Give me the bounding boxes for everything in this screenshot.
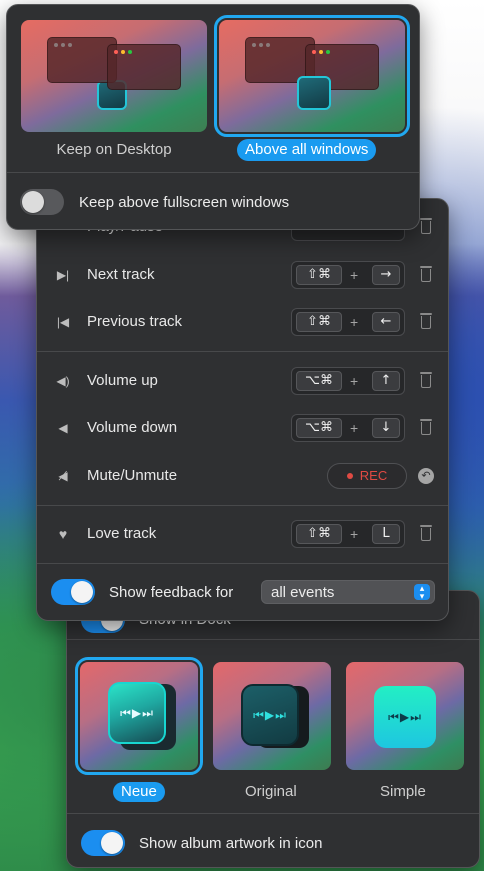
record-dot-icon <box>346 472 353 479</box>
window-icon <box>107 44 181 90</box>
plus-sign: + <box>350 526 359 542</box>
shortcut-recorder[interactable]: ⇧⌘ + ← <box>291 308 405 336</box>
shortcut-label: Love track <box>87 525 157 542</box>
plus-sign: + <box>350 373 359 389</box>
play-controls-icon: ⏮▶⏭ <box>241 684 299 746</box>
select-value: all events <box>271 584 335 601</box>
shortcut-label: Volume down <box>87 419 178 436</box>
placement-option-above[interactable] <box>214 15 410 137</box>
play-controls-icon: ⏮▶⏭ <box>108 682 166 744</box>
trash-icon[interactable] <box>419 218 433 234</box>
key: ↓ <box>372 418 400 438</box>
modifier-keys: ⌥⌘ <box>296 418 342 438</box>
key: → <box>372 265 400 285</box>
volume-down-icon: ◀ <box>58 421 68 435</box>
play-controls-icon: ⏮▶⏭ <box>374 686 436 748</box>
trash-icon[interactable] <box>419 419 433 435</box>
shortcut-recorder[interactable]: ⌥⌘ + ↓ <box>291 414 405 442</box>
shortcut-row-mute: ◀̸ Mute/Unmute REC ↶ <box>37 456 448 496</box>
divider <box>67 639 479 640</box>
feedback-events-select[interactable]: all events ▴ ▾ <box>261 580 435 604</box>
trash-icon[interactable] <box>419 525 433 541</box>
record-label: REC <box>359 468 388 483</box>
plus-sign: + <box>350 314 359 330</box>
heart-icon: ♥ <box>58 526 68 542</box>
key: ↑ <box>372 371 400 391</box>
feedback-label: Show feedback for <box>109 584 234 601</box>
placement-label-above: Above all windows <box>237 139 377 161</box>
icon-style-panel: Show in Dock ⏮▶⏭ Neue ⏮▶⏭ Original ⏮▶⏭ S… <box>66 590 480 868</box>
key: ← <box>372 312 400 332</box>
fullscreen-toggle-label: Keep above fullscreen windows <box>79 194 290 211</box>
icon-style-label-simple: Simple <box>380 783 426 800</box>
icon-style-original[interactable]: ⏮▶⏭ <box>213 662 331 770</box>
trash-icon[interactable] <box>419 372 433 388</box>
album-artwork-label: Show album artwork in icon <box>139 835 323 852</box>
shortcut-label: Previous track <box>87 313 183 330</box>
shortcut-label: Mute/Unmute <box>87 467 178 484</box>
divider <box>7 172 419 173</box>
placement-option-desktop[interactable] <box>21 20 207 132</box>
icon-style-neue[interactable]: ⏮▶⏭ <box>75 657 203 775</box>
icon-style-label-original: Original <box>245 783 297 800</box>
mute-icon: ◀̸ <box>58 469 68 483</box>
divider <box>37 505 448 506</box>
album-artwork-toggle[interactable] <box>81 830 125 856</box>
window-placement-panel: Keep on Desktop Above all windows Keep a… <box>6 4 420 230</box>
divider <box>37 351 448 352</box>
next-track-icon: ▶| <box>56 268 70 282</box>
shortcut-label: Next track <box>87 266 155 283</box>
plus-sign: + <box>350 420 359 436</box>
modifier-keys: ⌥⌘ <box>296 371 342 391</box>
divider <box>37 563 448 564</box>
shortcut-recorder[interactable]: ⇧⌘ + L <box>291 520 405 548</box>
feedback-toggle[interactable] <box>51 579 95 605</box>
icon-style-label-neue: Neue <box>113 782 165 802</box>
toggle-knob <box>22 191 44 213</box>
modifier-keys: ⇧⌘ <box>296 265 342 285</box>
shortcut-row-volume-down: ◀ Volume down ⌥⌘ + ↓ <box>37 408 448 448</box>
toggle-knob <box>71 581 93 603</box>
reset-icon[interactable]: ↶ <box>418 468 434 484</box>
shortcut-row-previous-track: |◀ Previous track ⇧⌘ + ← <box>37 302 448 342</box>
divider <box>67 813 479 814</box>
previous-track-icon: |◀ <box>56 315 70 329</box>
modifier-keys: ⇧⌘ <box>296 312 342 332</box>
shortcut-row-volume-up: ◀) Volume up ⌥⌘ + ↑ <box>37 361 448 401</box>
mini-player-icon <box>297 76 331 110</box>
record-shortcut-button[interactable]: REC <box>327 463 407 489</box>
shortcut-recorder[interactable]: ⌥⌘ + ↑ <box>291 367 405 395</box>
modifier-keys: ⇧⌘ <box>296 524 342 544</box>
trash-icon[interactable] <box>419 313 433 329</box>
shortcut-label: Volume up <box>87 372 158 389</box>
volume-up-icon: ◀) <box>56 374 70 388</box>
shortcuts-panel: Play/Pause ▶| Next track ⇧⌘ + → |◀ Previ… <box>36 198 449 621</box>
key: L <box>372 524 400 544</box>
placement-label-desktop: Keep on Desktop <box>56 141 172 158</box>
shortcut-row-next-track: ▶| Next track ⇧⌘ + → <box>37 255 448 295</box>
trash-icon[interactable] <box>419 266 433 282</box>
toggle-knob <box>101 832 123 854</box>
plus-sign: + <box>350 267 359 283</box>
shortcut-recorder[interactable]: ⇧⌘ + → <box>291 261 405 289</box>
icon-style-simple[interactable]: ⏮▶⏭ <box>346 662 464 770</box>
chevron-up-down-icon: ▴ ▾ <box>414 584 430 601</box>
shortcut-row-love-track: ♥ Love track ⇧⌘ + L <box>37 514 448 554</box>
fullscreen-toggle[interactable] <box>20 189 64 215</box>
